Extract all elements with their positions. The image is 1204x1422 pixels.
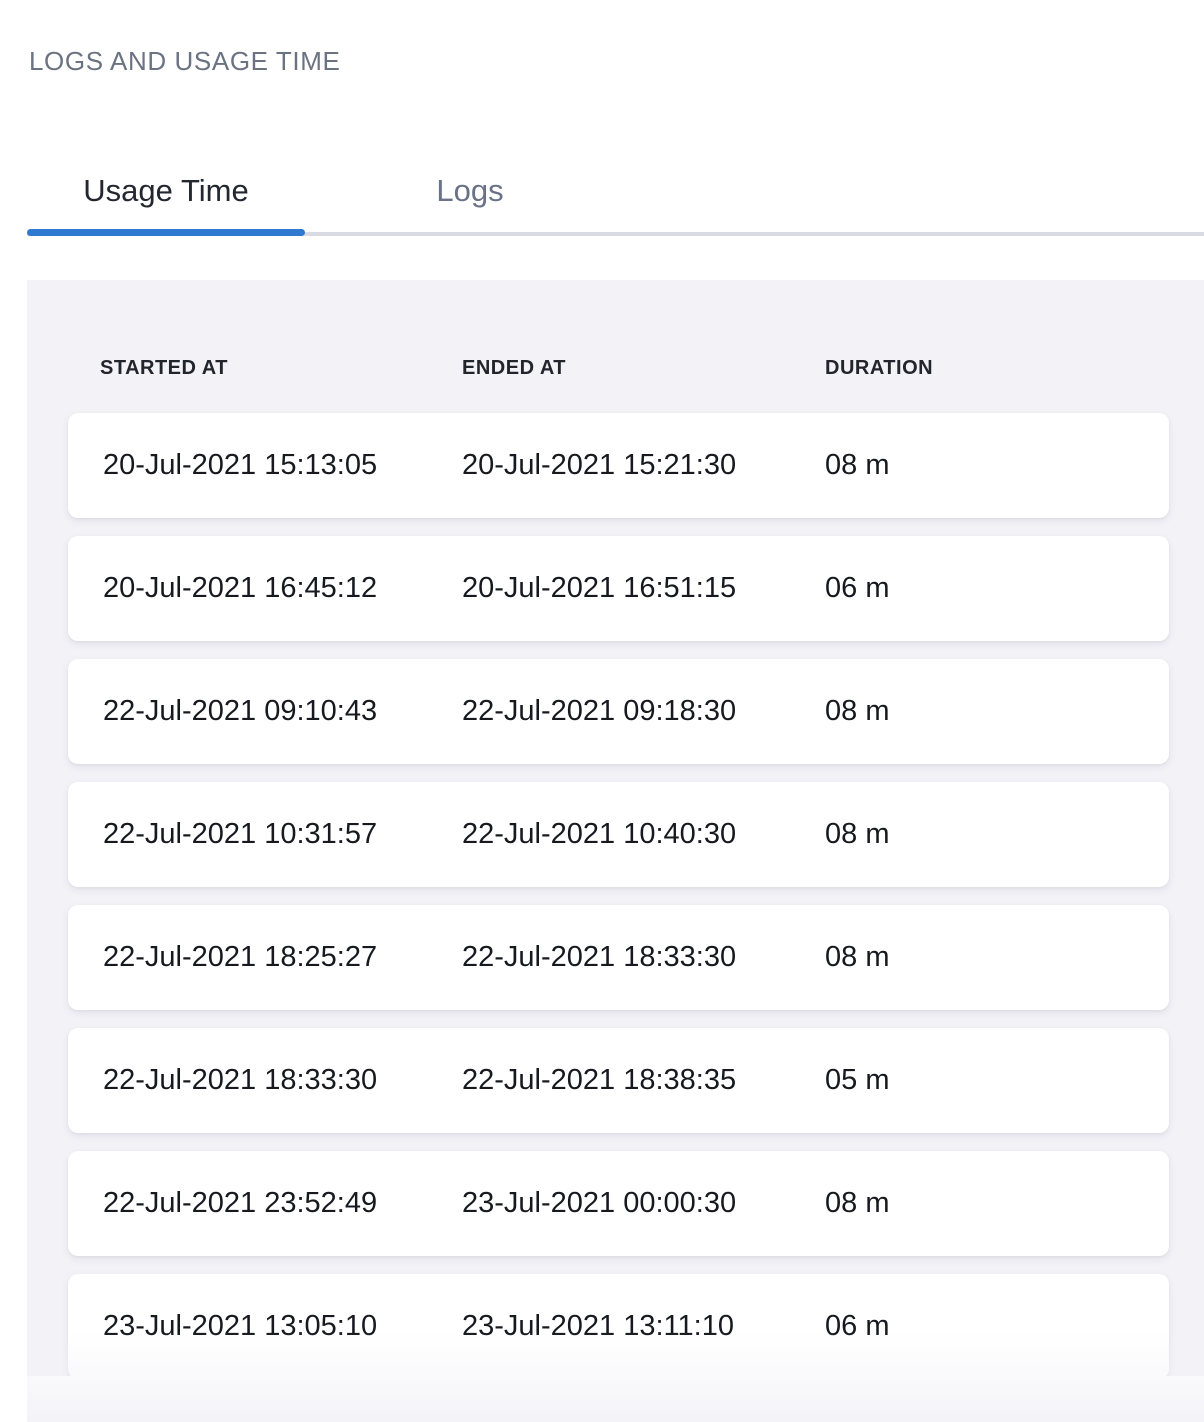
table-row[interactable]: 22-Jul-2021 18:33:30 22-Jul-2021 18:38:3… — [68, 1028, 1169, 1133]
duration-cell: 08 m — [825, 941, 1169, 974]
column-header-ended-at: ENDED AT — [462, 357, 825, 380]
usage-time-panel: STARTED AT ENDED AT DURATION 20-Jul-2021… — [27, 280, 1204, 1376]
tab-logs[interactable]: Logs — [305, 150, 635, 232]
column-header-duration: DURATION — [825, 357, 1204, 380]
column-header-started-at: STARTED AT — [100, 357, 462, 380]
started-at-cell: 23-Jul-2021 13:05:10 — [103, 1310, 462, 1343]
duration-cell: 05 m — [825, 1064, 1169, 1097]
table-row[interactable]: 22-Jul-2021 09:10:43 22-Jul-2021 09:18:3… — [68, 659, 1169, 764]
duration-cell: 08 m — [825, 449, 1169, 482]
tab-usage-time[interactable]: Usage Time — [27, 150, 305, 232]
started-at-cell: 22-Jul-2021 18:25:27 — [103, 941, 462, 974]
duration-cell: 08 m — [825, 695, 1169, 728]
started-at-cell: 22-Jul-2021 18:33:30 — [103, 1064, 462, 1097]
ended-at-cell: 20-Jul-2021 15:21:30 — [462, 449, 825, 482]
table-row[interactable]: 22-Jul-2021 18:25:27 22-Jul-2021 18:33:3… — [68, 905, 1169, 1010]
table-row[interactable]: 20-Jul-2021 15:13:05 20-Jul-2021 15:21:3… — [68, 413, 1169, 518]
ended-at-cell: 22-Jul-2021 09:18:30 — [462, 695, 825, 728]
started-at-cell: 22-Jul-2021 10:31:57 — [103, 818, 462, 851]
duration-cell: 06 m — [825, 572, 1169, 605]
table-row[interactable]: 22-Jul-2021 10:31:57 22-Jul-2021 10:40:3… — [68, 782, 1169, 887]
ended-at-cell: 23-Jul-2021 13:11:10 — [462, 1310, 825, 1343]
ended-at-cell: 22-Jul-2021 18:33:30 — [462, 941, 825, 974]
tab-logs-label: Logs — [436, 173, 503, 209]
duration-cell: 08 m — [825, 818, 1169, 851]
ended-at-cell: 22-Jul-2021 18:38:35 — [462, 1064, 825, 1097]
usage-rows: 20-Jul-2021 15:13:05 20-Jul-2021 15:21:3… — [68, 413, 1204, 1376]
tab-bar: Usage Time Logs — [27, 150, 1204, 236]
ended-at-cell: 20-Jul-2021 16:51:15 — [462, 572, 825, 605]
started-at-cell: 22-Jul-2021 09:10:43 — [103, 695, 462, 728]
duration-cell: 08 m — [825, 1187, 1169, 1220]
table-row[interactable]: 23-Jul-2021 13:05:10 23-Jul-2021 13:11:1… — [68, 1274, 1169, 1376]
table-row[interactable]: 22-Jul-2021 23:52:49 23-Jul-2021 00:00:3… — [68, 1151, 1169, 1256]
duration-cell: 06 m — [825, 1310, 1169, 1343]
page-title: LOGS AND USAGE TIME — [29, 46, 1204, 76]
ended-at-cell: 23-Jul-2021 00:00:30 — [462, 1187, 825, 1220]
started-at-cell: 20-Jul-2021 15:13:05 — [103, 449, 462, 482]
ended-at-cell: 22-Jul-2021 10:40:30 — [462, 818, 825, 851]
logs-usage-page: LOGS AND USAGE TIME Usage Time Logs STAR… — [0, 46, 1204, 1376]
table-header-row: STARTED AT ENDED AT DURATION — [68, 340, 1204, 396]
tab-usage-time-label: Usage Time — [83, 173, 248, 209]
table-row[interactable]: 20-Jul-2021 16:45:12 20-Jul-2021 16:51:1… — [68, 536, 1169, 641]
started-at-cell: 20-Jul-2021 16:45:12 — [103, 572, 462, 605]
started-at-cell: 22-Jul-2021 23:52:49 — [103, 1187, 462, 1220]
